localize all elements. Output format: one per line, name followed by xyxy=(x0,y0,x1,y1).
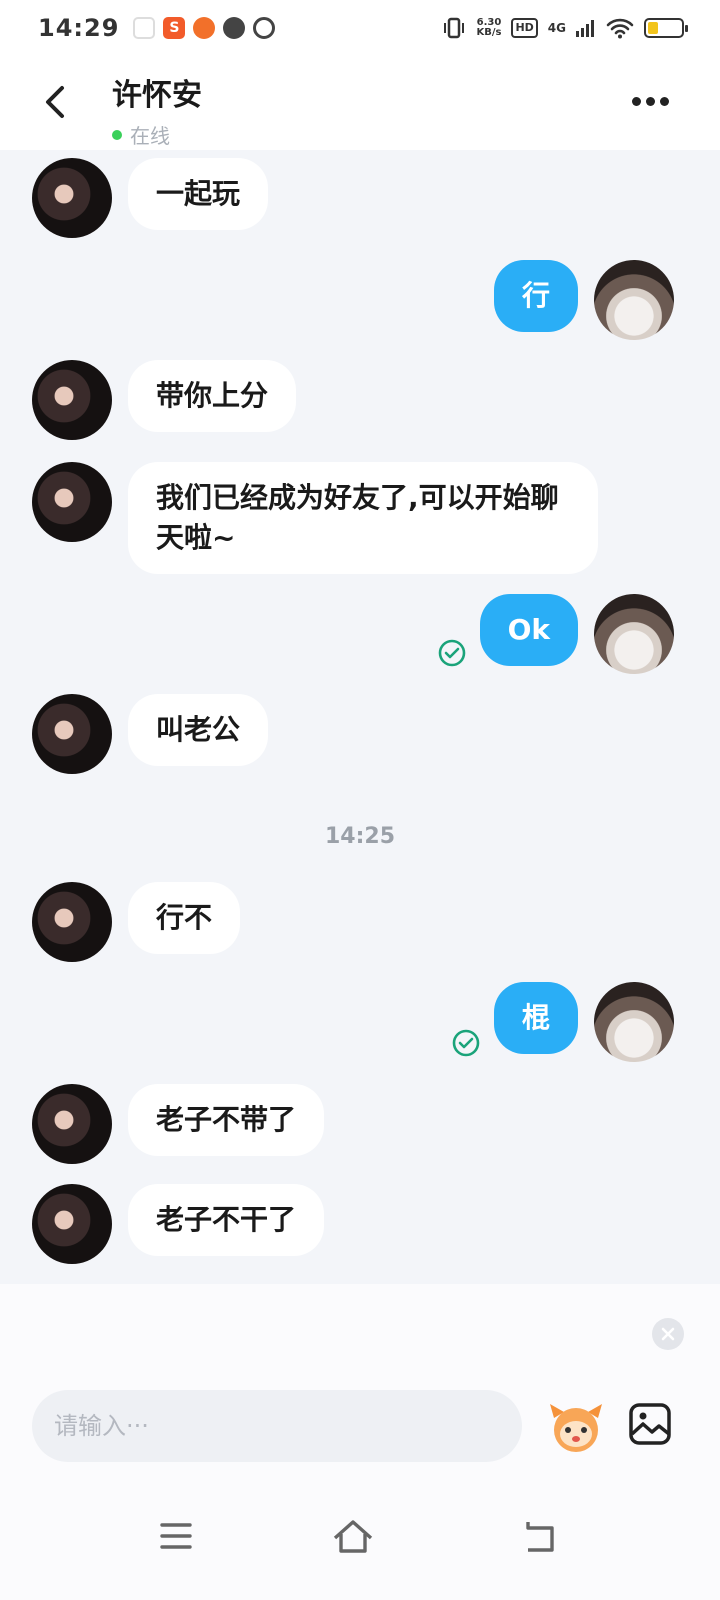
back-button[interactable] xyxy=(38,80,74,124)
chat-header: 许怀安 在线 xyxy=(0,56,720,150)
read-check-icon xyxy=(452,1029,480,1057)
status-right: 6.30 KB/s HD 4G xyxy=(442,17,688,39)
wifi-icon xyxy=(606,18,634,39)
contact-avatar[interactable] xyxy=(32,360,112,440)
message-row: 行不 xyxy=(32,882,241,962)
message-row: 老子不干了 xyxy=(32,1184,325,1264)
message-bubble[interactable]: 行 xyxy=(493,260,578,332)
battery-level xyxy=(648,22,658,34)
message-row: 棍 xyxy=(493,982,674,1062)
weibo-icon: S xyxy=(163,17,186,39)
message-bubble[interactable]: 一起玩 xyxy=(128,158,269,230)
message-input[interactable] xyxy=(32,1390,522,1462)
battery-icon xyxy=(644,18,688,38)
more-dot xyxy=(645,96,655,106)
menu-icon[interactable] xyxy=(154,1514,198,1558)
chat-icon xyxy=(223,17,246,39)
contact-avatar[interactable] xyxy=(32,158,112,238)
contact-info[interactable]: 许怀安 在线 xyxy=(112,70,202,149)
hd-badge: HD xyxy=(511,18,538,38)
message-bubble[interactable]: 我们已经成为好友了,可以开始聊天啦~ xyxy=(128,462,598,574)
vibrate-icon xyxy=(444,17,465,39)
contact-avatar[interactable] xyxy=(32,694,112,774)
message-bubble[interactable]: 行不 xyxy=(128,882,241,954)
back-icon xyxy=(46,86,64,118)
message-row: Ok xyxy=(479,594,674,674)
message-bubble[interactable]: 带你上分 xyxy=(128,360,297,432)
message-bubble[interactable]: Ok xyxy=(479,594,578,666)
contact-avatar[interactable] xyxy=(32,1184,112,1264)
net-speed-unit: KB/s xyxy=(476,27,502,38)
app-notification-icon xyxy=(133,17,156,39)
contact-avatar[interactable] xyxy=(32,462,112,542)
more-dot xyxy=(631,96,641,106)
image-icon[interactable] xyxy=(628,1402,672,1446)
message-row: 行 xyxy=(493,260,674,340)
home-icon[interactable] xyxy=(331,1514,375,1558)
my-avatar[interactable] xyxy=(594,260,674,340)
back-nav-icon[interactable] xyxy=(518,1514,562,1558)
contact-avatar[interactable] xyxy=(32,1084,112,1164)
contact-name: 许怀安 xyxy=(112,78,202,113)
pumpkin-icon xyxy=(193,17,216,39)
message-row: 带你上分 xyxy=(32,360,297,440)
message-bubble[interactable]: 叫老公 xyxy=(128,694,269,766)
message-row: 一起玩 xyxy=(32,158,269,238)
contact-status: 在线 xyxy=(112,120,202,149)
my-avatar[interactable] xyxy=(594,982,674,1062)
status-bar: 14:29 S 6.30 KB/s HD 4G xyxy=(0,0,720,56)
net-speed: 6.30 KB/s xyxy=(476,18,501,38)
status-time: 14:29 xyxy=(38,14,120,42)
message-row: 老子不带了 xyxy=(32,1084,325,1164)
more-button[interactable] xyxy=(628,86,672,116)
online-status-label: 在线 xyxy=(130,124,170,148)
emoji-icon[interactable] xyxy=(546,1396,606,1456)
my-avatar[interactable] xyxy=(594,594,674,674)
time-divider: 14:25 xyxy=(324,824,396,849)
more-dot xyxy=(659,96,669,106)
link-icon xyxy=(253,17,276,39)
message-bubble[interactable]: 棍 xyxy=(493,982,578,1054)
signal-icon xyxy=(576,20,594,37)
close-button[interactable] xyxy=(652,1318,684,1350)
message-bubble[interactable]: 老子不带了 xyxy=(128,1084,325,1156)
signal-4g-label: 4G xyxy=(547,21,566,35)
message-bubble[interactable]: 老子不干了 xyxy=(128,1184,325,1256)
notification-icons: S xyxy=(133,17,276,39)
system-nav-bar xyxy=(0,1496,720,1600)
read-check-icon xyxy=(438,639,466,667)
online-indicator xyxy=(112,129,122,140)
message-row: 我们已经成为好友了,可以开始聊天啦~ xyxy=(32,462,598,574)
contact-avatar[interactable] xyxy=(32,882,112,962)
close-icon xyxy=(661,1327,675,1341)
message-list[interactable]: 一起玩 行 带你上分 我们已经成为好友了,可以开始聊天啦~ Ok 叫老公 14:… xyxy=(0,150,720,1284)
message-row: 叫老公 xyxy=(32,694,269,774)
